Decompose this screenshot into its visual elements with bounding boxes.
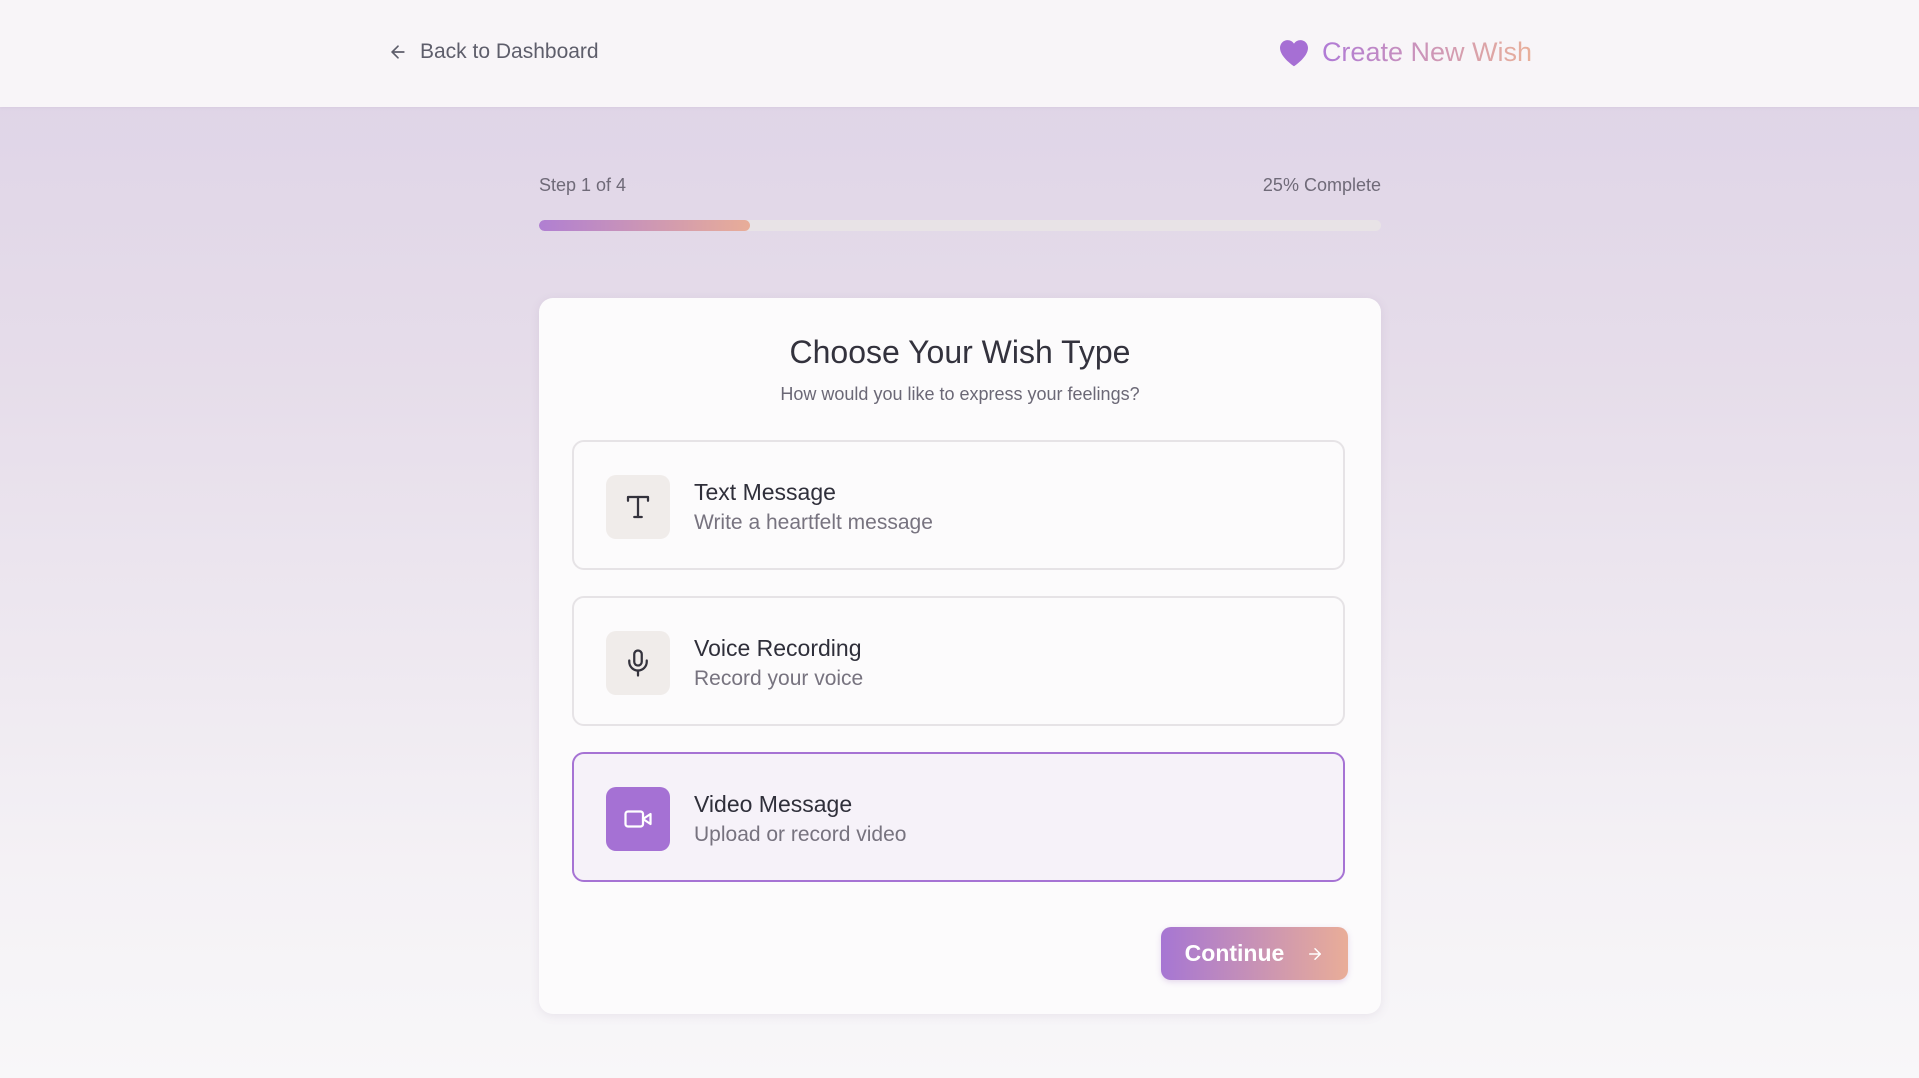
arrow-right-icon (1309, 947, 1322, 960)
video-camera-icon (624, 810, 652, 828)
text-icon-tile (606, 475, 670, 539)
option-video-message[interactable]: Video Message Upload or record video (572, 752, 1345, 882)
progress-section: Step 1 of 4 25% Complete (539, 175, 1381, 231)
option-description: Write a heartfelt message (694, 511, 933, 534)
card-subtitle: How would you like to express your feeli… (780, 384, 1140, 404)
microphone-icon (628, 649, 648, 677)
top-bar: Back to Dashboard Create New Wish (0, 0, 1919, 107)
page-header-brand: Create New Wish (1278, 37, 1532, 68)
arrow-left-icon (391, 45, 405, 59)
progress-bar-fill (539, 220, 750, 231)
microphone-icon-tile (606, 631, 670, 695)
back-to-dashboard-link[interactable]: Back to Dashboard (388, 40, 599, 64)
option-title: Text Message (694, 479, 836, 505)
page-title: Create New Wish (1321, 37, 1532, 67)
step-indicator: Step 1 of 4 (539, 175, 627, 195)
progress-bar (539, 220, 1381, 231)
card-title: Choose Your Wish Type (789, 334, 1131, 370)
option-title: Video Message (694, 791, 853, 817)
continue-button-label: Continue (1184, 940, 1285, 966)
back-link-label: Back to Dashboard (420, 40, 599, 63)
video-camera-icon-tile (606, 787, 670, 851)
progress-percent-label: 25% Complete (1262, 175, 1381, 195)
option-title: Voice Recording (694, 635, 862, 661)
text-icon (626, 495, 650, 519)
option-voice-recording[interactable]: Voice Recording Record your voice (572, 596, 1345, 726)
wish-type-card: Choose Your Wish Type How would you like… (539, 298, 1381, 1014)
continue-button[interactable]: Continue (1161, 927, 1348, 980)
heart-icon (1279, 39, 1308, 66)
option-description: Record your voice (694, 667, 864, 690)
option-description: Upload or record video (694, 823, 907, 846)
option-text-message[interactable]: Text Message Write a heartfelt message (572, 440, 1345, 570)
